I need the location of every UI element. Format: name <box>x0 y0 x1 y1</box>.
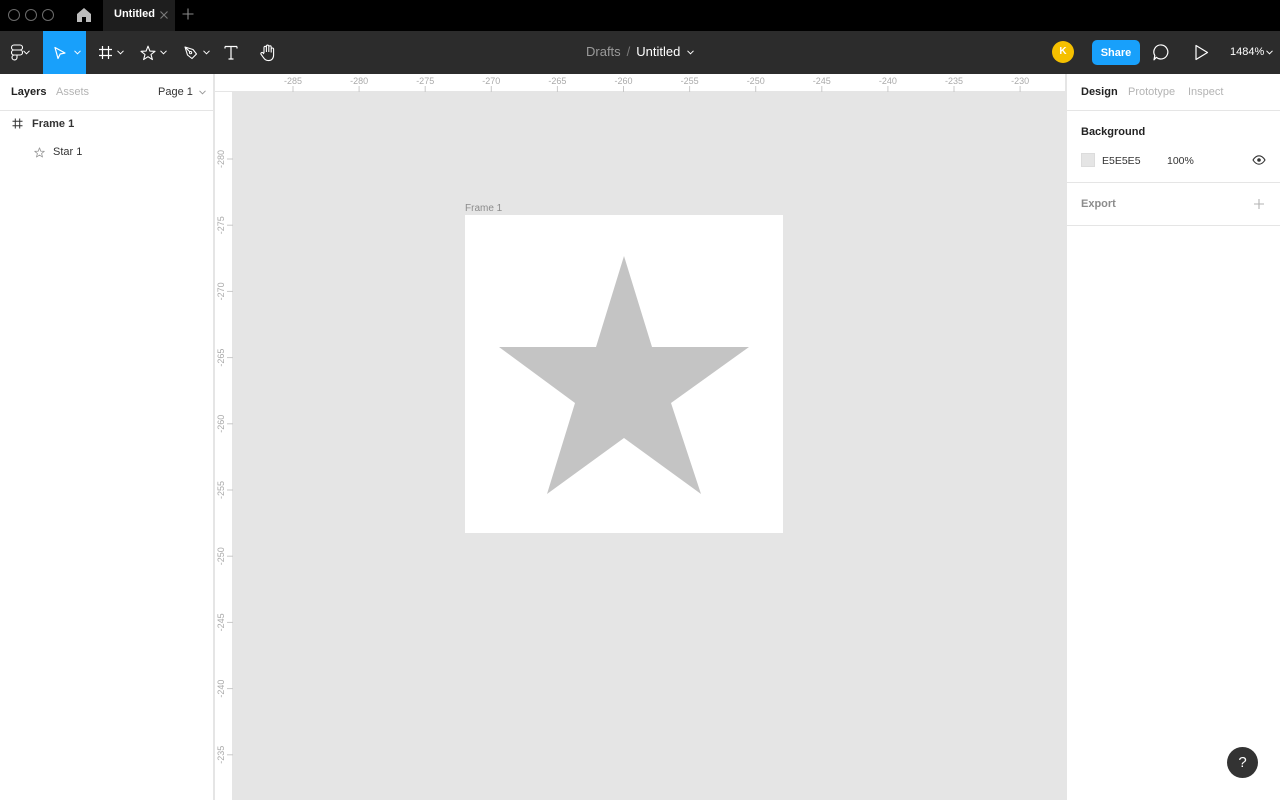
frame-hash-icon <box>12 118 23 129</box>
panel-divider <box>1067 225 1280 226</box>
ruler-label: -245 <box>216 613 226 631</box>
hand-tool-button[interactable] <box>252 31 282 74</box>
frame-label[interactable]: Frame 1 <box>465 203 502 214</box>
frame-hash-icon <box>98 46 112 59</box>
ruler-label: -255 <box>681 76 699 86</box>
frame-tool-button[interactable] <box>87 31 129 74</box>
close-icon[interactable] <box>158 9 170 21</box>
ruler-label: -265 <box>216 349 226 367</box>
export-section-title: Export <box>1081 198 1116 210</box>
add-export-plus-icon[interactable] <box>1253 198 1265 210</box>
window-minimize-control[interactable] <box>25 9 37 21</box>
properties-panel: Design Prototype Inspect Background E5E5… <box>1066 74 1280 800</box>
comment-icon[interactable] <box>1152 43 1171 62</box>
chevron-down-icon <box>23 50 30 55</box>
ruler-label: -245 <box>813 76 831 86</box>
shape-tool-button[interactable] <box>130 31 172 74</box>
chevron-down-icon <box>160 50 167 55</box>
layer-row-star[interactable]: Star 1 <box>0 138 213 166</box>
background-opacity-input[interactable]: 100% <box>1167 155 1194 167</box>
ruler-label: -285 <box>284 76 302 86</box>
help-button[interactable]: ? <box>1227 747 1258 778</box>
ruler-label: -235 <box>216 746 226 764</box>
page-select[interactable]: Page 1 <box>158 86 206 98</box>
ruler-label: -250 <box>216 547 226 565</box>
text-tool-button[interactable] <box>216 31 246 74</box>
hand-icon <box>259 44 274 61</box>
toolbar: Drafts / Untitled K Share 1484% <box>0 31 1280 74</box>
ruler-label: -260 <box>216 415 226 433</box>
avatar[interactable]: K <box>1052 41 1074 63</box>
star-icon <box>140 45 156 60</box>
vertical-ruler-marks: -280 -275 -270 -265 -260 -255 -250 -245 -240 -235 <box>216 150 233 764</box>
panel-divider <box>1067 182 1280 183</box>
pen-icon <box>184 45 198 59</box>
chevron-down-icon <box>74 50 81 55</box>
chevron-down-icon[interactable] <box>1266 50 1273 55</box>
figma-logo-icon <box>11 44 23 61</box>
chevron-down-icon <box>117 50 124 55</box>
ruler-label: -240 <box>216 680 226 698</box>
background-section-title: Background <box>1081 126 1146 138</box>
main-menu-button[interactable] <box>0 31 42 74</box>
ruler-label: -265 <box>548 76 566 86</box>
ruler-label: -280 <box>216 150 226 168</box>
panel-divider <box>1067 110 1280 111</box>
vertical-ruler: -280 -275 -270 -265 -260 -255 -250 -245 -240 -235 <box>215 92 233 800</box>
tab-title: Untitled <box>114 8 155 20</box>
present-play-icon[interactable] <box>1194 44 1209 61</box>
zoom-level[interactable]: 1484% <box>1230 46 1264 58</box>
star-shape[interactable] <box>465 215 783 533</box>
layer-name: Star 1 <box>53 146 83 158</box>
breadcrumb-drafts-link[interactable]: Drafts <box>586 44 621 59</box>
layer-name: Frame 1 <box>32 118 75 130</box>
background-hex-input[interactable]: E5E5E5 <box>1102 155 1141 167</box>
move-cursor-icon <box>53 46 66 59</box>
window-close-control[interactable] <box>8 9 20 21</box>
background-color-swatch[interactable] <box>1081 153 1095 167</box>
ruler-label: -235 <box>945 76 963 86</box>
ruler-label: -260 <box>614 76 632 86</box>
tab-inspect[interactable]: Inspect <box>1188 86 1223 98</box>
home-icon[interactable] <box>74 6 94 24</box>
window-maximize-control[interactable] <box>42 9 54 21</box>
tab-prototype[interactable]: Prototype <box>1128 86 1175 98</box>
breadcrumb-separator: / <box>626 44 631 59</box>
ruler-label: -270 <box>482 76 500 86</box>
tab-layers[interactable]: Layers <box>11 86 46 98</box>
tab-bar: Untitled <box>0 0 1280 31</box>
chevron-down-icon <box>203 50 210 55</box>
layers-panel: Layers Assets Page 1 Frame 1 Star 1 <box>0 74 214 800</box>
file-tab[interactable]: Untitled <box>103 0 175 31</box>
ruler-label: -250 <box>747 76 765 86</box>
eye-visibility-icon[interactable] <box>1252 155 1266 165</box>
ruler-label: -270 <box>216 282 226 300</box>
frame[interactable] <box>465 215 783 533</box>
star-outline-icon <box>34 147 45 158</box>
horizontal-ruler: -285 -280 -275 -270 -265 -260 -255 -250 -245 -240… <box>215 74 1065 92</box>
pen-tool-button[interactable] <box>173 31 215 74</box>
file-title[interactable]: Untitled <box>636 44 680 59</box>
tab-assets[interactable]: Assets <box>56 86 89 98</box>
chevron-down-icon <box>199 90 206 95</box>
new-tab-plus-icon[interactable] <box>181 7 195 21</box>
chevron-down-icon[interactable] <box>687 50 694 55</box>
ruler-label: -230 <box>1011 76 1029 86</box>
move-tool-button[interactable] <box>43 31 86 74</box>
ruler-label: -275 <box>416 76 434 86</box>
ruler-label: -255 <box>216 481 226 499</box>
ruler-label: -280 <box>350 76 368 86</box>
horizontal-ruler-marks: -285 -280 -275 -270 -265 -260 -255 -250 -245 -240… <box>284 76 1029 92</box>
tab-design[interactable]: Design <box>1081 86 1118 98</box>
ruler-label: -275 <box>216 216 226 234</box>
text-icon <box>224 45 238 60</box>
ruler-label: -240 <box>879 76 897 86</box>
layer-row-frame[interactable]: Frame 1 <box>0 110 213 138</box>
page-select-label: Page 1 <box>158 86 193 98</box>
share-button[interactable]: Share <box>1092 40 1140 65</box>
